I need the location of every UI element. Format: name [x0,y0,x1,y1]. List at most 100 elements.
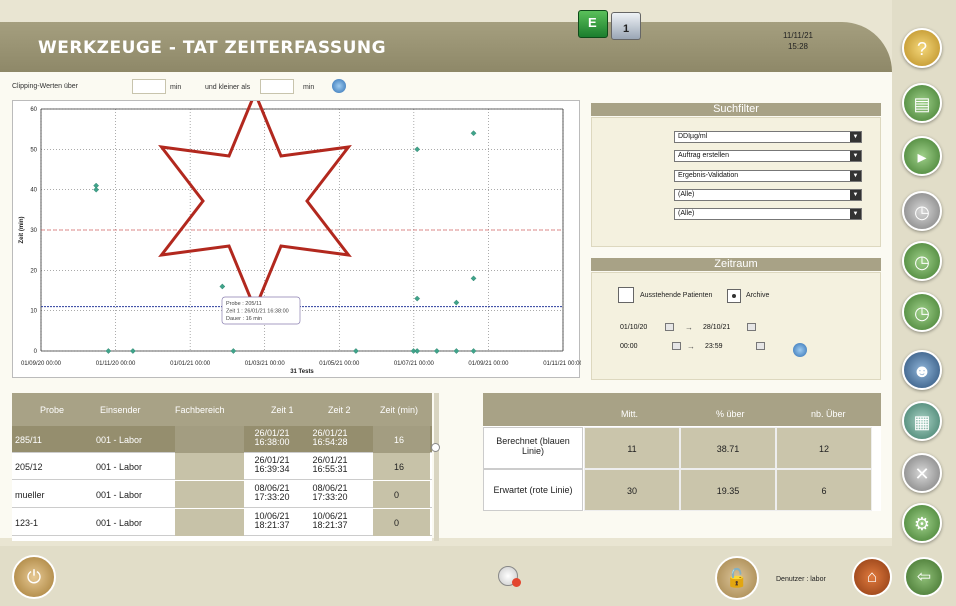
calendar-clock-icon[interactable]: ◷ [902,292,942,332]
clip-above-input[interactable] [132,79,166,94]
filter-select-value: Ergebnis-Validation [678,172,739,179]
data-point [414,146,421,153]
filter-select[interactable]: (Alle) ▼ [674,189,862,201]
chevron-down-icon[interactable]: ▼ [850,190,861,200]
data-point [219,283,226,290]
einsender-cell: 001 - Labor [96,490,143,500]
y-tick-label: 50 [30,147,37,153]
zeit1-cell: 08/06/21 17:33:20 [246,484,298,502]
zeit-min-cell: 0 [394,518,400,528]
table-scrollbar[interactable] [434,393,439,541]
col-fachbereich[interactable]: Fachbereich [175,405,225,415]
filter-select[interactable]: DDIµg/ml ▼ [674,131,862,143]
col-probe[interactable]: Probe [40,405,64,415]
clock-icon[interactable]: ◷ [902,191,942,231]
y-tick-label: 40 [30,188,37,194]
zeit2-cell: 10/06/21 18:21:37 [304,512,356,530]
home-button[interactable]: ⌂ [852,557,892,597]
data-point [470,275,477,282]
data-point [470,130,477,137]
date-from[interactable]: 01/10/20 [620,324,647,331]
y-axis-label: Zeit (min) [19,217,25,244]
exit-button[interactable]: ⇦ [904,557,944,597]
scatter-chart: 01/09/20 00:00 01/11/20 00:00 01/01/21 00:… [12,100,581,378]
time-from[interactable]: 00:00 [620,343,638,350]
filter-select[interactable]: (Alle) ▼ [674,208,862,220]
col-einsender[interactable]: Einsender [100,405,141,415]
pending-checkbox[interactable] [618,287,634,303]
refresh-icon[interactable] [332,79,346,93]
col-zeit2[interactable]: Zeit 2 [328,405,351,415]
alarm-icon[interactable]: ◷ [902,241,942,281]
chevron-down-icon[interactable]: ▼ [850,209,861,219]
probe-cell: 123-1 [15,518,39,528]
stats-nb-cell: 12 [776,427,872,469]
filter-select[interactable]: Ergebnis-Validation ▼ [674,170,862,182]
stats-col-pct: % über [716,409,745,419]
date-to[interactable]: 28/10/21 [703,324,730,331]
archive-label: Archive [746,292,770,299]
chart-icon[interactable]: ▦ [902,401,942,441]
zeit-min-cell: 16 [394,435,405,445]
probe-cell: 205/12 [15,462,43,472]
apply-refresh-icon[interactable] [793,343,807,357]
data-point [433,348,440,354]
y-tick-label: 0 [34,349,38,355]
date-to-calendar-icon[interactable] [747,323,756,331]
stats-pct-cell: 19.35 [680,469,776,511]
printer-icon[interactable]: ▤ [902,83,942,123]
patient-icon[interactable]: ☻ [902,350,942,390]
chevron-down-icon[interactable]: ▼ [850,151,861,161]
filter-select[interactable]: Auftrag erstellen ▼ [674,150,862,162]
module-1-icon[interactable]: 1 [611,12,641,40]
lock-button[interactable]: 🔓 [715,556,759,600]
stats-col-mitt: Mitt. [621,409,638,419]
stats-mitt-cell: 11 [584,427,680,469]
data-point [453,299,460,306]
current-date: 11/11/21 [783,31,813,40]
stats-nb-cell: 6 [776,469,872,511]
stats-mitt-cell: 30 [584,469,680,511]
zeit1-cell: 26/01/21 16:39:34 [246,456,298,474]
arrow-icon: → [685,323,693,332]
fachbereich-cell [175,426,244,453]
einsender-cell: 001 - Labor [96,462,143,472]
einsender-cell: 001 - Labor [96,518,143,528]
col-zeit-min[interactable]: Zeit (min) [380,405,418,415]
export-icon[interactable]: ▸ [902,136,942,176]
help-icon[interactable]: ? [902,28,942,68]
data-point [414,295,421,302]
tools-icon[interactable]: ✕ [902,453,942,493]
zeit2-cell-time: 16:55:31 [312,464,348,474]
archive-radio[interactable] [727,289,741,303]
datetime: 11/11/21 15:28 [776,30,820,52]
x-axis-label: 31 Tests [290,369,314,375]
filter-select-value: Auftrag erstellen [678,152,729,159]
y-tick-label: 60 [30,107,37,113]
timer-icon[interactable] [498,566,521,587]
zeit1-cell-time: 16:38:00 [254,437,290,447]
zeit1-cell: 26/01/21 16:38:00 [246,429,298,447]
chevron-down-icon[interactable]: ▼ [850,132,861,142]
module-e-icon[interactable]: E [578,10,608,38]
x-tick-label: 01/07/21 00:00 [394,361,435,367]
current-time: 15:28 [787,42,809,51]
power-button[interactable]: ⏻ [12,555,56,599]
time-to-spinner-icon[interactable] [756,342,765,350]
tooltip-text: Probe : 205/11 [226,301,262,307]
col-zeit1[interactable]: Zeit 1 [271,405,294,415]
time-to[interactable]: 23:59 [705,343,723,350]
chevron-down-icon[interactable]: ▼ [850,171,861,181]
stats-col-nb: nb. Über [811,409,846,419]
fachbereich-cell [175,509,244,536]
date-from-calendar-icon[interactable] [665,323,674,331]
einsender-cell: 001 - Labor [96,435,143,445]
data-point [453,348,460,354]
clip-below-input[interactable] [260,79,294,94]
x-tick-label: 01/11/20 00:00 [96,361,136,367]
time-from-spinner-icon[interactable] [672,342,681,350]
settings-icon[interactable]: ⚙ [902,503,942,543]
table-scroll-thumb[interactable] [431,443,440,452]
clipping-label: Clipping-Werten über [12,83,79,90]
zeit1-cell: 10/06/21 18:21:37 [246,512,298,530]
